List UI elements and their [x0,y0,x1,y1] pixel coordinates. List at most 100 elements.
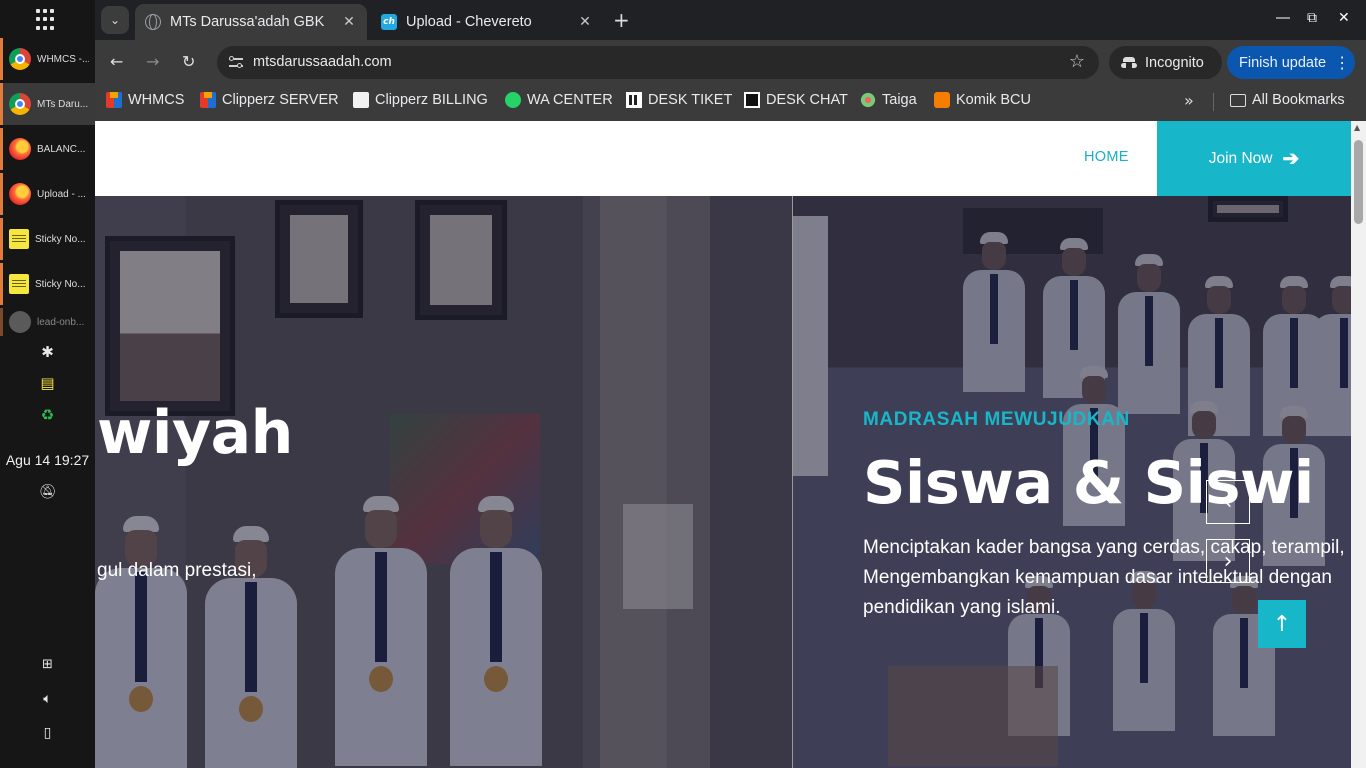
bookmark-whmcs[interactable]: WHMCS [106,92,184,108]
close-icon[interactable]: ✕ [577,14,593,30]
tab-search-button[interactable]: ⌄ [101,6,129,34]
desk-chat-icon [744,92,760,108]
dock-window-sticky-2[interactable]: Sticky No... [0,263,95,305]
join-now-button[interactable]: Join Now ➔ [1157,121,1351,196]
firefox-icon [9,138,31,160]
finish-update-label: Finish update [1239,54,1327,71]
desk-icon [626,92,642,108]
dock-window-lead[interactable]: lead-onb... [0,308,95,336]
system-dock: WHMCS -... MTs Daru... BALANC... Upload … [0,0,95,768]
network-icon[interactable]: ⊞ [0,657,95,672]
clock[interactable]: Agu 14 19:27 [0,452,95,468]
dock-window-whmcs[interactable]: WHMCS -... [0,38,95,80]
chevron-right-icon: › [1223,548,1233,574]
address-bar[interactable]: mtsdarussaadah.com ☆ [217,46,1099,79]
hero-slider: wiyah gul dalam prestasi, MADRASAH MEWUJ… [95,196,1351,768]
dock-window-label: Upload - ... [37,188,86,200]
web-page: HOME Join Now ➔ wiyah gul dalam prestasi… [95,121,1351,768]
dock-window-mts[interactable]: MTs Daru... [0,83,95,125]
tab-upload-chevereto[interactable]: ch Upload - Chevereto ✕ [371,4,603,40]
app-icon [9,311,31,333]
hero-text-line-1: Menciptakan kader bangsa yang cerdas, ca… [863,537,1345,558]
bookmark-label: DESK CHAT [766,92,848,108]
sticky-notes-icon [9,229,29,249]
bookmark-star-icon[interactable]: ☆ [1069,51,1085,72]
chrome-icon [9,48,31,70]
browser-window: ⌄ MTs Darussa'adah GBK ✕ ch Upload - Che… [95,0,1366,768]
taiga-icon [860,92,876,108]
notifications-off-icon[interactable]: 🔕︎ [0,484,95,500]
more-menu-icon[interactable]: ⋮ [1334,53,1350,73]
blogger-icon [934,92,950,108]
dock-window-label: Sticky No... [35,278,86,290]
tab-strip: ⌄ MTs Darussa'adah GBK ✕ ch Upload - Che… [95,0,1366,40]
arrow-up-icon: ↑ [1272,611,1292,637]
back-to-top-button[interactable]: ↑ [1258,600,1306,648]
slack-icon[interactable]: ✱ [0,343,95,361]
more-bookmarks-icon[interactable]: » [1184,91,1194,110]
maximize-button[interactable]: ⧉ [1307,10,1317,26]
chevereto-icon: ch [381,14,397,30]
hero-text-line-3: pendidikan yang islami. [863,597,1061,618]
volume-icon[interactable]: 🔈︎ [0,691,95,707]
cube-icon [200,92,216,108]
nav-home-link[interactable]: HOME [1084,149,1129,165]
incognito-indicator[interactable]: Incognito [1109,46,1222,79]
recycle-icon[interactable]: ♻ [0,406,95,424]
minimize-button[interactable]: ― [1276,10,1290,26]
chevron-down-icon: ⌄ [109,13,121,27]
sticky-notes-tray-icon[interactable]: ▤ [0,374,95,392]
arrow-right-icon: ➔ [1282,148,1300,170]
bookmark-wa-center[interactable]: WA CENTER [505,92,613,108]
bookmark-taiga[interactable]: Taiga [860,92,917,108]
bookmark-desk-chat[interactable]: DESK CHAT [744,92,848,108]
close-window-button[interactable]: ✕ [1338,10,1350,26]
bookmark-label: Komik BCU [956,92,1031,108]
scrollbar-thumb[interactable] [1354,140,1363,224]
reload-button[interactable]: ↻ [182,52,195,71]
firefox-icon [9,183,31,205]
dock-window-upload[interactable]: Upload - ... [0,173,95,215]
scroll-up-icon[interactable]: ▲ [1354,123,1360,132]
page-scrollbar[interactable]: ▲ [1351,121,1366,768]
close-icon[interactable]: ✕ [341,14,357,30]
tab-mts-darussaadah[interactable]: MTs Darussa'adah GBK ✕ [135,4,367,40]
bookmark-label: DESK TIKET [648,92,733,108]
dock-window-label: BALANC... [37,143,86,155]
folder-icon [1230,93,1246,107]
bookmark-label: WA CENTER [527,92,613,108]
app-grid-icon[interactable] [36,9,58,31]
dock-window-balance[interactable]: BALANC... [0,128,95,170]
bookmarks-divider [1213,93,1214,111]
all-bookmarks-button[interactable]: All Bookmarks [1230,92,1345,108]
bookmark-label: Taiga [882,92,917,108]
hero-slide-previous: wiyah gul dalam prestasi, [95,196,792,768]
slider-next-button[interactable]: › [1206,539,1250,583]
dock-window-label: WHMCS -... [37,53,89,65]
bookmark-desk-tiket[interactable]: DESK TIKET [626,92,732,108]
slider-prev-button[interactable]: ‹ [1206,480,1250,524]
dock-window-sticky-1[interactable]: Sticky No... [0,218,95,260]
forward-button[interactable]: → [146,52,159,71]
bookmark-komik-bcu[interactable]: Komik BCU [934,92,1031,108]
incognito-label: Incognito [1145,54,1204,71]
hero-kicker: MADRASAH MEWUJUDKAN [863,409,1130,430]
battery-icon[interactable]: ▯ [0,725,95,741]
bookmark-clipperz-billing[interactable]: Clipperz BILLING [353,92,488,108]
incognito-icon [1121,56,1137,69]
join-now-label: Join Now [1208,149,1273,167]
back-button[interactable]: ← [110,52,123,71]
site-navbar: HOME Join Now ➔ [95,121,1351,196]
url-text[interactable]: mtsdarussaadah.com [253,54,392,70]
sticky-notes-icon [9,274,29,294]
bookmark-clipperz-server[interactable]: Clipperz SERVER [200,92,339,108]
site-settings-icon[interactable] [229,55,243,69]
new-tab-button[interactable]: + [613,8,630,32]
hero-slide-title: wiyah [97,398,293,468]
globe-icon [145,14,161,30]
tab-title: Upload - Chevereto [406,14,532,30]
finish-update-button[interactable]: Finish update ⋮ [1227,46,1355,79]
bookmark-label: Clipperz BILLING [375,92,488,108]
bookmarks-bar: WHMCS Clipperz SERVER Clipperz BILLING W… [95,84,1366,121]
chrome-icon [9,93,31,115]
